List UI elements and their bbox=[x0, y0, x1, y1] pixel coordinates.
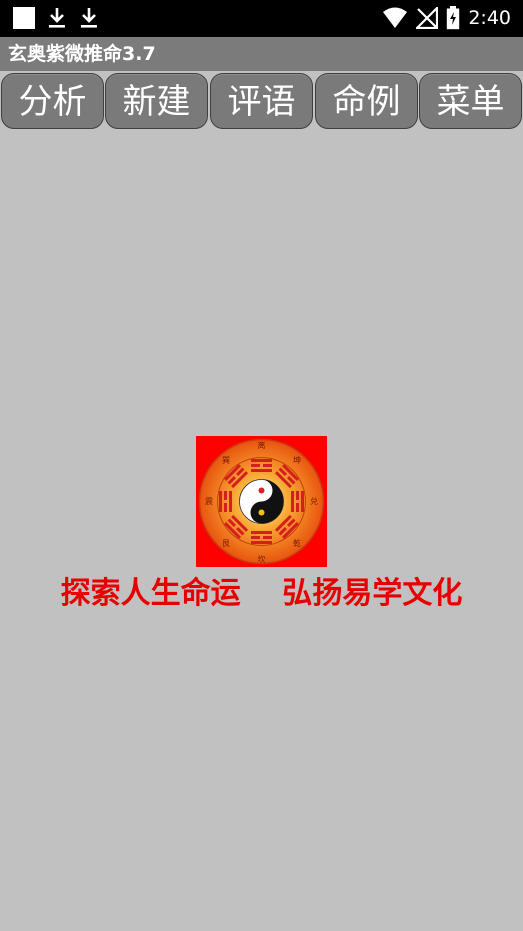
bagua-yin-yang-logo: 离 坤 兑 乾 坎 艮 震 巽 bbox=[196, 436, 327, 567]
slogan: 探索人生命运 弘扬易学文化 bbox=[60, 576, 463, 611]
menu-button[interactable]: 菜单 bbox=[419, 73, 522, 129]
examples-button[interactable]: 命例 bbox=[315, 73, 418, 129]
analyze-button[interactable]: 分析 bbox=[1, 73, 104, 129]
status-bar: 2:40 bbox=[0, 0, 523, 37]
square-notification-icon bbox=[13, 7, 35, 29]
no-signal-icon bbox=[416, 7, 439, 29]
download-icon bbox=[49, 8, 65, 28]
app-title: 玄奥紫微推命3.7 bbox=[8, 43, 156, 65]
main-content: 离 坤 兑 乾 坎 艮 震 巽 探索人生命运 弘扬易学文化 bbox=[0, 133, 523, 931]
comments-button[interactable]: 评语 bbox=[210, 73, 313, 129]
new-button[interactable]: 新建 bbox=[105, 73, 208, 129]
svg-text:乾: 乾 bbox=[293, 538, 301, 548]
svg-text:坎: 坎 bbox=[258, 554, 266, 564]
battery-charging-icon bbox=[447, 6, 460, 30]
tab-bar: 分析 新建 评语 命例 菜单 bbox=[0, 71, 523, 133]
svg-text:坤: 坤 bbox=[293, 455, 301, 465]
wifi-icon bbox=[383, 7, 408, 28]
notification-icons bbox=[12, 6, 100, 30]
clock: 2:40 bbox=[468, 7, 511, 29]
svg-text:震: 震 bbox=[205, 497, 213, 506]
svg-text:离: 离 bbox=[258, 440, 266, 450]
svg-text:艮: 艮 bbox=[222, 539, 230, 548]
svg-text:兑: 兑 bbox=[310, 496, 318, 506]
download-icon bbox=[81, 8, 97, 28]
title-bar: 玄奥紫微推命3.7 bbox=[0, 37, 523, 71]
system-icons: 2:40 bbox=[382, 6, 511, 30]
svg-text:巽: 巽 bbox=[222, 456, 230, 465]
